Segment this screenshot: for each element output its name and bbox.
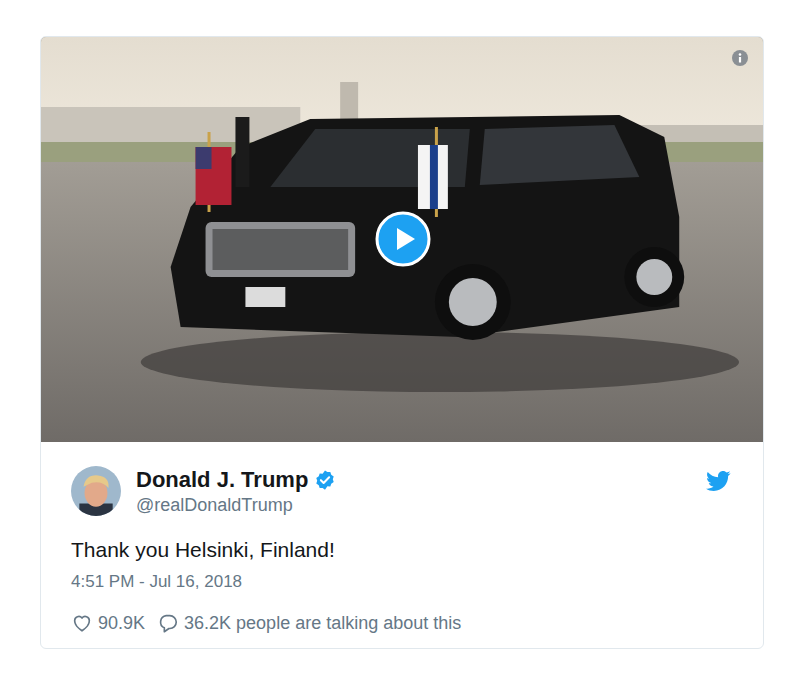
heart-icon [71, 612, 93, 634]
name-row: Donald J. Trump [136, 467, 690, 493]
reply-button[interactable]: 36.2K people are talking about this [157, 612, 461, 634]
tweet-body: Donald J. Trump@realDonaldTrump Thank you… [41, 442, 763, 648]
info-icon[interactable] [732, 50, 748, 66]
verified-badge-icon [314, 469, 336, 491]
tweet-text: Thank you Helsinki, Finland! [71, 536, 733, 564]
tweet-header: Donald J. Trump@realDonaldTrump [71, 466, 733, 516]
avatar-icon[interactable] [71, 466, 121, 516]
tweet-card: Donald J. Trump@realDonaldTrump Thank you… [40, 36, 764, 649]
like-button[interactable]: 90.9K [71, 612, 145, 634]
author-block: Donald J. Trump@realDonaldTrump [136, 467, 690, 516]
speech-bubble-icon [157, 612, 179, 634]
twitter-bird-icon[interactable] [705, 468, 731, 494]
play-icon[interactable] [375, 211, 431, 267]
tweet-timestamp[interactable]: 4:51 PM - Jul 16, 2018 [71, 572, 733, 592]
author-name[interactable]: Donald J. Trump [136, 467, 308, 493]
like-count: 90.9K [98, 613, 145, 634]
page: Donald J. Trump@realDonaldTrump Thank you… [0, 0, 799, 698]
author-handle[interactable]: @realDonaldTrump [136, 495, 690, 516]
tweet-stats: 90.9K 36.2K people are talking about this [71, 612, 733, 634]
reply-count: 36.2K people are talking about this [184, 613, 461, 634]
video-player[interactable] [41, 37, 763, 442]
